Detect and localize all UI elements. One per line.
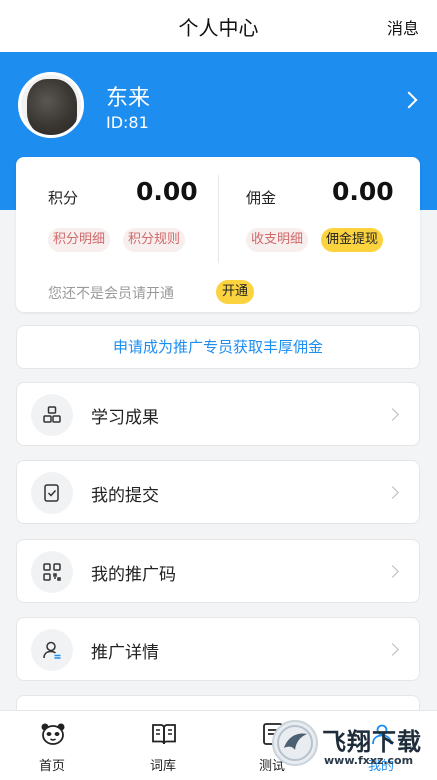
tab-vocabulary[interactable]: 词库 [113,711,213,780]
submission-icon [31,472,73,514]
watermark-text: 飞翔下载 [322,728,422,756]
top-bar: 个人中心 消息 [0,0,437,52]
watermark-logo [272,720,318,766]
card-divider [218,175,219,263]
user-detail-icon [31,629,73,671]
promoter-apply-banner[interactable]: 申请成为推广专员获取丰厚佣金 [16,325,420,369]
income-expense-detail-tag[interactable]: 收支明细 [246,228,309,252]
menu-item-label: 我的推广码 [91,565,176,585]
open-membership-button[interactable]: 开通 [216,280,255,304]
chevron-right-icon [386,486,399,499]
watermark-bird-icon [277,725,313,761]
user-name: 东来 [106,86,151,111]
points-label: 积分 [48,189,79,207]
menu-item-label: 我的提交 [91,486,159,506]
commission-withdraw-tag[interactable]: 佣金提现 [321,228,384,252]
wallet-card: 积分 0.00 积分明细 积分规则 佣金 0.00 收支明细 佣金提现 您还不是… [16,157,420,312]
menu-item-label: 学习成果 [91,408,159,428]
menu-item-my-submissions[interactable]: 我的提交 [16,460,420,524]
membership-notice: 您还不是会员请开通 [48,286,174,302]
messages-button[interactable]: 消息 [387,15,419,39]
points-value: 0.00 [136,177,198,206]
points-detail-tag[interactable]: 积分明细 [48,228,111,252]
site-watermark: 飞翔下载 www.fxxz.com [268,716,434,778]
tab-home-label: 首页 [38,759,65,774]
watermark-url: www.fxxz.com [324,754,414,767]
avatar-image [27,79,77,135]
menu-item-my-promo-code[interactable]: 我的推广码 [16,539,420,603]
chevron-right-icon [386,643,399,656]
commission-label: 佣金 [246,189,277,207]
menu-item-promo-details[interactable]: 推广详情 [16,617,420,681]
tab-vocabulary-label: 词库 [149,759,176,774]
chevron-right-icon [386,408,399,421]
points-rules-tag[interactable]: 积分规则 [123,228,186,252]
chevron-right-icon [386,565,399,578]
page-title: 个人中心 [178,16,259,40]
qr-code-icon [31,551,73,593]
panda-home-icon [41,723,65,745]
user-id: ID:81 [106,113,149,132]
avatar[interactable] [18,72,84,138]
menu-item-learning-results[interactable]: 学习成果 [16,382,420,446]
menu-item-label: 推广详情 [91,643,159,663]
tab-home[interactable]: 首页 [2,711,102,780]
book-icon [152,724,176,745]
commission-value: 0.00 [332,177,394,206]
learning-results-icon [31,394,73,436]
